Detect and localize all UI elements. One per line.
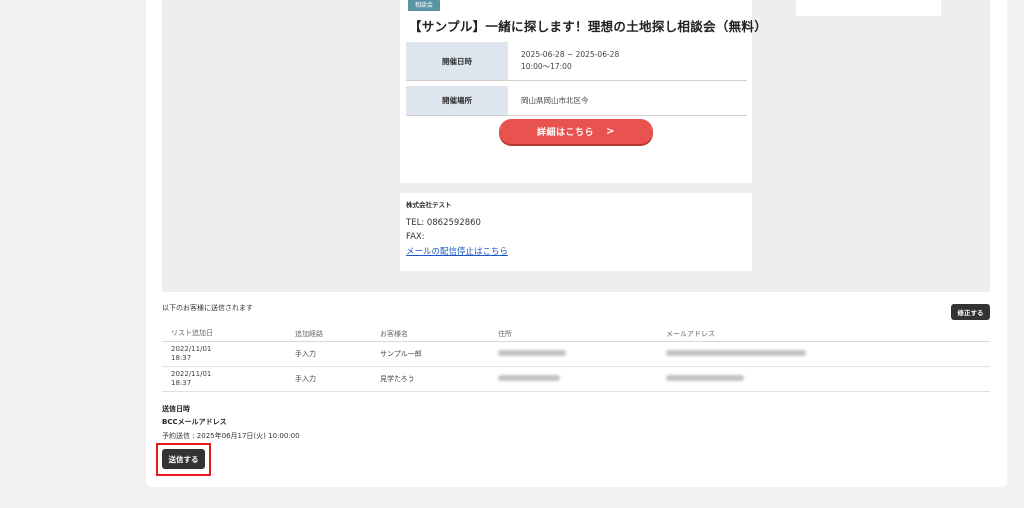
row-address-redacted: [498, 350, 666, 358]
event-date-label: 開催日時: [406, 42, 508, 80]
event-place-label: 開催場所: [406, 86, 508, 115]
col-added-date: リスト追加日: [171, 329, 213, 337]
unsubscribe-link[interactable]: メールの配信停止はこちら: [406, 245, 508, 257]
row-customer-name: 見学たろう: [380, 375, 415, 383]
col-customer-name: お客様名: [380, 329, 408, 338]
row-time: 18:37: [171, 379, 192, 387]
col-email: メールアドレス: [666, 329, 715, 338]
row-added-date: 2022/11/01 18:37: [162, 370, 295, 388]
row-customer-name: サンプル一郎: [380, 350, 422, 358]
row-address-redacted: [498, 375, 666, 383]
event-time-range: 10:00〜17:00: [521, 62, 572, 71]
event-place-row: 開催場所 岡山県岡山市北区今: [406, 86, 747, 116]
row-date: 2022/11/01: [171, 345, 212, 353]
event-date-row: 開催日時 2025-06-28 ~ 2025-06-28 10:00〜17:00: [406, 42, 747, 81]
table-header: リスト追加日 追加経路 お客様名 住所 メールアドレス: [162, 326, 990, 342]
event-date-value: 2025-06-28 ~ 2025-06-28 10:00〜17:00: [508, 42, 747, 80]
row-added-date: 2022/11/01 18:37: [162, 345, 295, 363]
detail-button-label: 詳細はこちら: [537, 128, 595, 138]
send-button[interactable]: 送信する: [162, 449, 205, 469]
recipients-label: 以下のお客様に送信されます: [162, 304, 253, 312]
company-name: 株式会社テスト: [406, 201, 452, 209]
detail-button[interactable]: 詳細はこちら >: [499, 119, 653, 144]
row-email-redacted: [666, 350, 990, 358]
event-date-range: 2025-06-28 ~ 2025-06-28: [521, 50, 620, 59]
event-title: 【サンプル】一緒に探します！理想の土地探し相談会（無料）: [409, 19, 768, 34]
table-row: 2022/11/01 18:37 手入力 サンプル一郎: [162, 342, 990, 367]
side-panel: [796, 0, 941, 16]
row-date: 2022/11/01: [171, 370, 212, 378]
row-time: 18:37: [171, 354, 192, 362]
chevron-right-icon: >: [606, 126, 615, 137]
event-place-value: 岡山県岡山市北区今: [521, 95, 589, 105]
recipients-table: リスト追加日 追加経路 お客様名 住所 メールアドレス 2022/11/01 1…: [162, 326, 990, 392]
row-route: 手入力: [295, 375, 316, 383]
row-route: 手入力: [295, 350, 316, 358]
event-badge: 相談会: [408, 0, 441, 11]
row-email-redacted: [666, 375, 990, 383]
scheduled-send-text: 予約送信 : 2025年06月17日(火) 10:00:00: [162, 432, 300, 440]
company-fax: FAX:: [406, 232, 425, 242]
col-route: 追加経路: [295, 329, 323, 338]
event-info-table: 開催日時 2025-06-28 ~ 2025-06-28 10:00〜17:00…: [406, 42, 747, 116]
company-tel: TEL: 0862592860: [406, 218, 481, 228]
send-date-label: 送信日時: [162, 405, 190, 413]
company-box: [400, 193, 752, 271]
bcc-label: BCCメールアドレス: [162, 418, 227, 426]
edit-button[interactable]: 修正する: [951, 304, 990, 320]
col-address: 住所: [498, 329, 512, 338]
table-row: 2022/11/01 18:37 手入力 見学たろう: [162, 367, 990, 392]
